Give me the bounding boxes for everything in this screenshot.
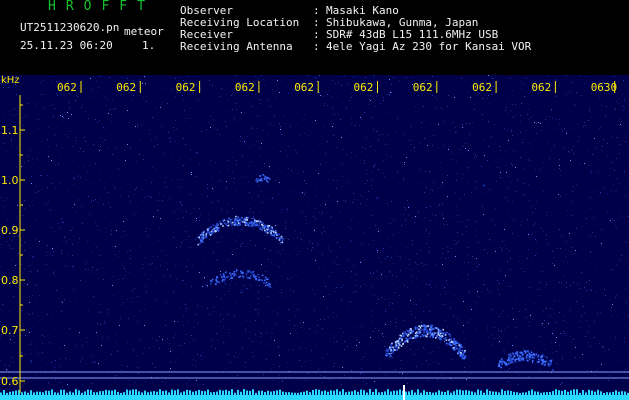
frequency-tick-label: 0.9 bbox=[1, 224, 19, 237]
frequency-tick-label: 1.1 bbox=[1, 124, 19, 137]
time-tick-label: 062 bbox=[354, 81, 374, 94]
datetime: 25.11.23 06:20 bbox=[20, 39, 113, 52]
time-tick-label: 062 bbox=[531, 81, 551, 94]
value-antenna: 4ele Yagi Az 230 for Kansai VOR bbox=[326, 40, 532, 53]
spectrogram-background bbox=[0, 75, 629, 400]
time-tick-label: 0630 bbox=[591, 81, 618, 94]
meteor-count: 1. bbox=[142, 39, 156, 52]
label-antenna: Receiving Antenna bbox=[180, 40, 293, 53]
signal-spike bbox=[403, 385, 405, 400]
time-tick-label: 062 bbox=[57, 81, 77, 94]
colon: : bbox=[313, 40, 320, 53]
time-tick-label: 062 bbox=[235, 81, 255, 94]
noise-floor-band bbox=[0, 395, 629, 400]
time-tick-label: 062 bbox=[294, 81, 314, 94]
file-name: UT2511230620.pn bbox=[20, 21, 120, 34]
frequency-tick-label: 0.6 bbox=[1, 375, 19, 388]
time-tick-label: 062 bbox=[413, 81, 433, 94]
time-tick-label: 062 bbox=[472, 81, 492, 94]
frequency-tick-label: 1.0 bbox=[1, 174, 19, 187]
time-tick-label: 062 bbox=[116, 81, 136, 94]
meteor-label: meteor bbox=[124, 25, 164, 38]
frequency-tick-label: 0.7 bbox=[1, 324, 19, 337]
spectrogram: 062 062 062 062 062 062 062 062 062 0630 kHz 1.1 1… bbox=[0, 75, 629, 400]
unit-label: kHz bbox=[1, 75, 20, 86]
frequency-tick-label: 0.8 bbox=[1, 274, 19, 287]
time-tick-label: 062 bbox=[176, 81, 196, 94]
app-brand: HROFFT bbox=[48, 0, 155, 14]
header-panel: HROFFT UT2511230620.pn meteor 25.11.23 0… bbox=[0, 0, 629, 75]
